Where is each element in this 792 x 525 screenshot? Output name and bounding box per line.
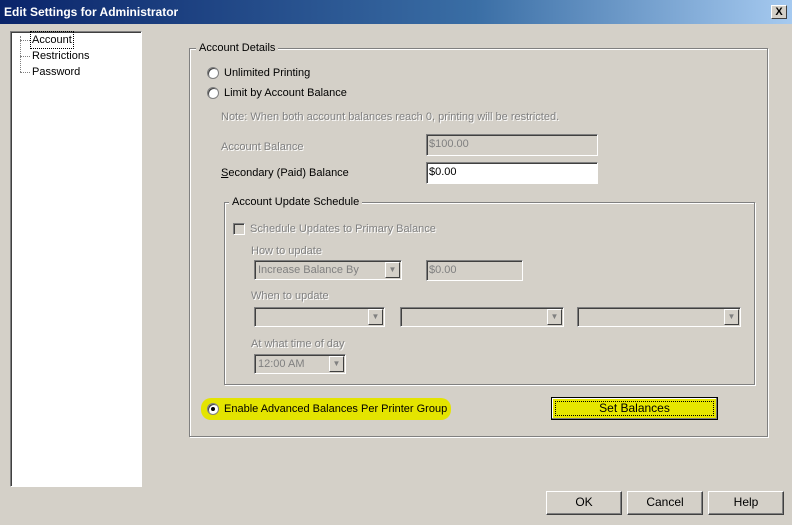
tree-item-label: Account	[30, 31, 74, 49]
help-button[interactable]: Help	[708, 491, 784, 515]
tree-item-account[interactable]: Account	[11, 31, 141, 49]
account-details-title: Account Details	[196, 42, 279, 54]
update-amount-field[interactable]: $0.00	[426, 260, 523, 281]
secondary-balance-field[interactable]: $0.00	[426, 162, 598, 184]
secondary-balance-label: Secondary (Paid) Balance	[221, 167, 349, 179]
update-schedule-title: Account Update Schedule	[229, 196, 363, 208]
account-balance-field[interactable]: $100.00	[426, 134, 598, 156]
tree-item-restrictions[interactable]: Restrictions	[11, 48, 141, 64]
ok-button[interactable]: OK	[546, 491, 622, 515]
account-balance-label: Account Balance	[221, 141, 304, 153]
tree-item-password[interactable]: Password	[11, 64, 141, 80]
time-of-day-select[interactable]: 12:00 AM ▼	[254, 354, 346, 374]
enable-advanced-radio[interactable]	[207, 403, 219, 415]
schedule-updates-label: Schedule Updates to Primary Balance	[250, 223, 436, 235]
when-to-update-select-1[interactable]: ▼	[254, 307, 385, 327]
limit-by-balance-radio[interactable]	[207, 87, 219, 99]
when-to-update-label: When to update	[251, 290, 329, 302]
enable-advanced-label[interactable]: Enable Advanced Balances Per Printer Gro…	[224, 403, 447, 415]
schedule-updates-checkbox[interactable]	[233, 223, 245, 235]
title-bar: Edit Settings for Administrator X	[0, 0, 792, 24]
how-to-update-label: How to update	[251, 245, 322, 257]
time-of-day-label: At what time of day	[251, 338, 345, 350]
chevron-down-icon: ▼	[368, 309, 383, 325]
cancel-button[interactable]: Cancel	[627, 491, 703, 515]
chevron-down-icon: ▼	[329, 356, 344, 372]
close-icon: X	[775, 6, 783, 18]
window-title: Edit Settings for Administrator	[4, 5, 179, 19]
chevron-down-icon: ▼	[724, 309, 739, 325]
when-to-update-select-2[interactable]: ▼	[400, 307, 564, 327]
unlimited-printing-radio[interactable]	[207, 67, 219, 79]
unlimited-printing-label[interactable]: Unlimited Printing	[224, 67, 310, 79]
tree-item-label: Password	[32, 66, 81, 78]
limit-by-balance-label[interactable]: Limit by Account Balance	[224, 87, 347, 99]
balance-note: Note: When both account balances reach 0…	[221, 111, 560, 123]
set-balances-button[interactable]: Set Balances	[551, 397, 718, 420]
close-button[interactable]: X	[771, 5, 787, 19]
tree-item-label: Restrictions	[32, 50, 90, 62]
when-to-update-select-3[interactable]: ▼	[577, 307, 741, 327]
chevron-down-icon: ▼	[547, 309, 562, 325]
how-to-update-select[interactable]: Increase Balance By ▼	[254, 260, 402, 280]
settings-tree: Account Restrictions Password	[10, 31, 142, 487]
chevron-down-icon: ▼	[385, 262, 400, 278]
